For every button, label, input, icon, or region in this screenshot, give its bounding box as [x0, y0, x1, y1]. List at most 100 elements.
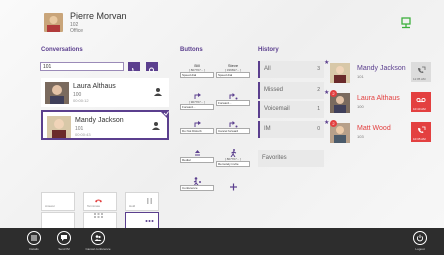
contact-photo — [45, 82, 69, 104]
plus-icon — [229, 183, 237, 191]
dialpad-icon — [94, 213, 103, 218]
favorite-star-icon: ★ — [324, 120, 330, 126]
voicemail-icon — [416, 97, 426, 103]
contact-extension: 100 — [357, 104, 364, 109]
voicemail-tile[interactable]: 10:40 AM — [411, 92, 431, 112]
contact-extension: 103 — [357, 134, 364, 139]
conversation-item[interactable]: Laura Althaus 100 00:00:12 — [41, 78, 169, 107]
hold-button[interactable]: Hold — [125, 192, 159, 211]
filter-count: 3 — [317, 66, 320, 72]
forward-busy-icon — [229, 93, 237, 100]
cancel-conference-button[interactable]: Cancel conference — [78, 231, 118, 255]
favorites-button[interactable]: Favorites — [258, 150, 324, 167]
conversation-search-input[interactable]: 101 — [40, 62, 124, 71]
history-entry[interactable]: ★ Mandy Jackson 101 11:05 AM — [324, 60, 431, 88]
selected-check-icon — [159, 110, 169, 120]
conference-icon — [193, 177, 201, 185]
cancel-forward-icon — [229, 121, 237, 128]
forward-icon — [194, 93, 201, 99]
filter-count: 1 — [317, 106, 320, 112]
button-type: Redial — [180, 157, 214, 163]
app-bar: Details Send IM Cancel conference Logout — [0, 228, 444, 255]
phone-icon — [132, 68, 137, 73]
contact-name: Mandy Jackson — [357, 65, 406, 72]
missed-count-badge: 2 — [330, 120, 337, 127]
call-time: 10:40 AM — [413, 107, 426, 111]
history-filter-im[interactable]: IM 0 — [258, 121, 324, 138]
history-entry-missed[interactable]: ★ 2 Matt Wood 103 10:35 AM — [324, 120, 431, 148]
header: Pierre Morvan 102 Office — [0, 0, 444, 40]
redial-icon — [194, 150, 200, 156]
user-avatar[interactable] — [44, 13, 63, 32]
pause-icon — [147, 198, 152, 204]
button-type: Forward... — [216, 100, 250, 106]
hold-icon — [154, 88, 162, 96]
cancel-conference-label: Cancel conference — [85, 247, 111, 251]
hold-icon — [152, 122, 160, 130]
call-time: 10:35 AM — [413, 137, 426, 141]
contact-name: Matt Wood — [357, 125, 391, 132]
favorites-label: Favorites — [262, 155, 287, 161]
contact-extension: 101 — [357, 74, 364, 79]
button-type: Remotely invite — [216, 161, 250, 167]
speed-dial-bill[interactable]: Bill [ 807707... ] Speed dial — [180, 61, 214, 83]
button-type: Forward... — [180, 104, 214, 110]
filter-count: 2 — [317, 87, 320, 93]
contact-name: Laura Althaus — [357, 95, 400, 102]
terminate-label: Terminate — [87, 204, 101, 208]
buttons-title: Buttons — [180, 47, 203, 53]
missed-count-badge: 2 — [330, 90, 337, 97]
walk-icon — [230, 149, 236, 157]
button-type: Conference — [180, 185, 214, 191]
logout-label: Logout — [415, 247, 425, 251]
callback-tile[interactable]: 11:05 AM — [411, 62, 431, 82]
forward-button[interactable]: [ 907707... ] Forward... — [180, 90, 214, 112]
list-icon — [27, 231, 41, 245]
logout-button[interactable]: Logout — [400, 231, 440, 255]
conference-button[interactable]: Conference — [180, 175, 214, 197]
dnd-button[interactable]: Do Not Disturb — [180, 118, 214, 140]
chat-icon — [57, 231, 71, 245]
user-status[interactable]: Office — [70, 28, 83, 34]
power-icon — [413, 231, 427, 245]
history-filter-missed[interactable]: Missed 2 — [258, 82, 324, 99]
filter-label: IM — [264, 126, 271, 132]
add-button[interactable] — [216, 175, 250, 197]
missed-call-icon — [418, 126, 426, 133]
history-filter-voicemail[interactable]: Voicemail 1 — [258, 101, 324, 118]
call-time: 11:05 AM — [413, 77, 426, 81]
callback-tile[interactable]: 10:35 AM — [411, 122, 431, 142]
filter-label: Voicemail — [264, 106, 290, 112]
filter-label: All — [264, 66, 271, 72]
answer-label: Answer — [45, 204, 56, 208]
remote-invite-button[interactable]: [ 807707... ] Remotely invite — [216, 147, 250, 169]
history-filter-all[interactable]: All 3 — [258, 61, 324, 78]
favorite-star-icon: ★ — [324, 90, 330, 96]
filter-label: Missed — [264, 87, 284, 93]
contact-name: Mandy Jackson — [75, 117, 124, 124]
conversation-item-selected[interactable]: Mandy Jackson 101 00:00:43 — [41, 110, 169, 140]
cancel-forward-button[interactable]: Cancel forward — [216, 118, 250, 140]
hold-label: Hold — [129, 204, 136, 208]
terminate-button[interactable]: Terminate — [83, 192, 117, 211]
conference-users-icon — [91, 231, 105, 245]
history-title: History — [258, 47, 279, 53]
call-duration: 00:00:43 — [75, 132, 91, 137]
speed-dial-steve[interactable]: Steve [ 336697... ] Speed dial — [216, 61, 250, 83]
filter-count: 0 — [317, 126, 320, 132]
button-type: Speed dial — [216, 72, 250, 78]
user-name: Pierre Morvan — [70, 11, 127, 21]
search-button[interactable] — [146, 62, 158, 74]
search-icon — [149, 67, 155, 74]
forward-busy-button[interactable]: Forward... — [216, 90, 250, 112]
button-type: Cancel forward — [216, 128, 250, 134]
history-entry-missed[interactable]: ★ 2 Laura Althaus 100 10:40 AM — [324, 90, 431, 118]
contact-photo — [47, 116, 71, 138]
call-button[interactable] — [128, 62, 140, 73]
favorite-star-icon: ★ — [324, 60, 330, 66]
dnd-icon — [194, 121, 201, 127]
answer-button[interactable]: Answer — [41, 192, 75, 211]
network-icon[interactable] — [400, 17, 412, 29]
redial-button[interactable]: Redial — [180, 147, 214, 169]
contact-name: Laura Althaus — [73, 83, 116, 90]
